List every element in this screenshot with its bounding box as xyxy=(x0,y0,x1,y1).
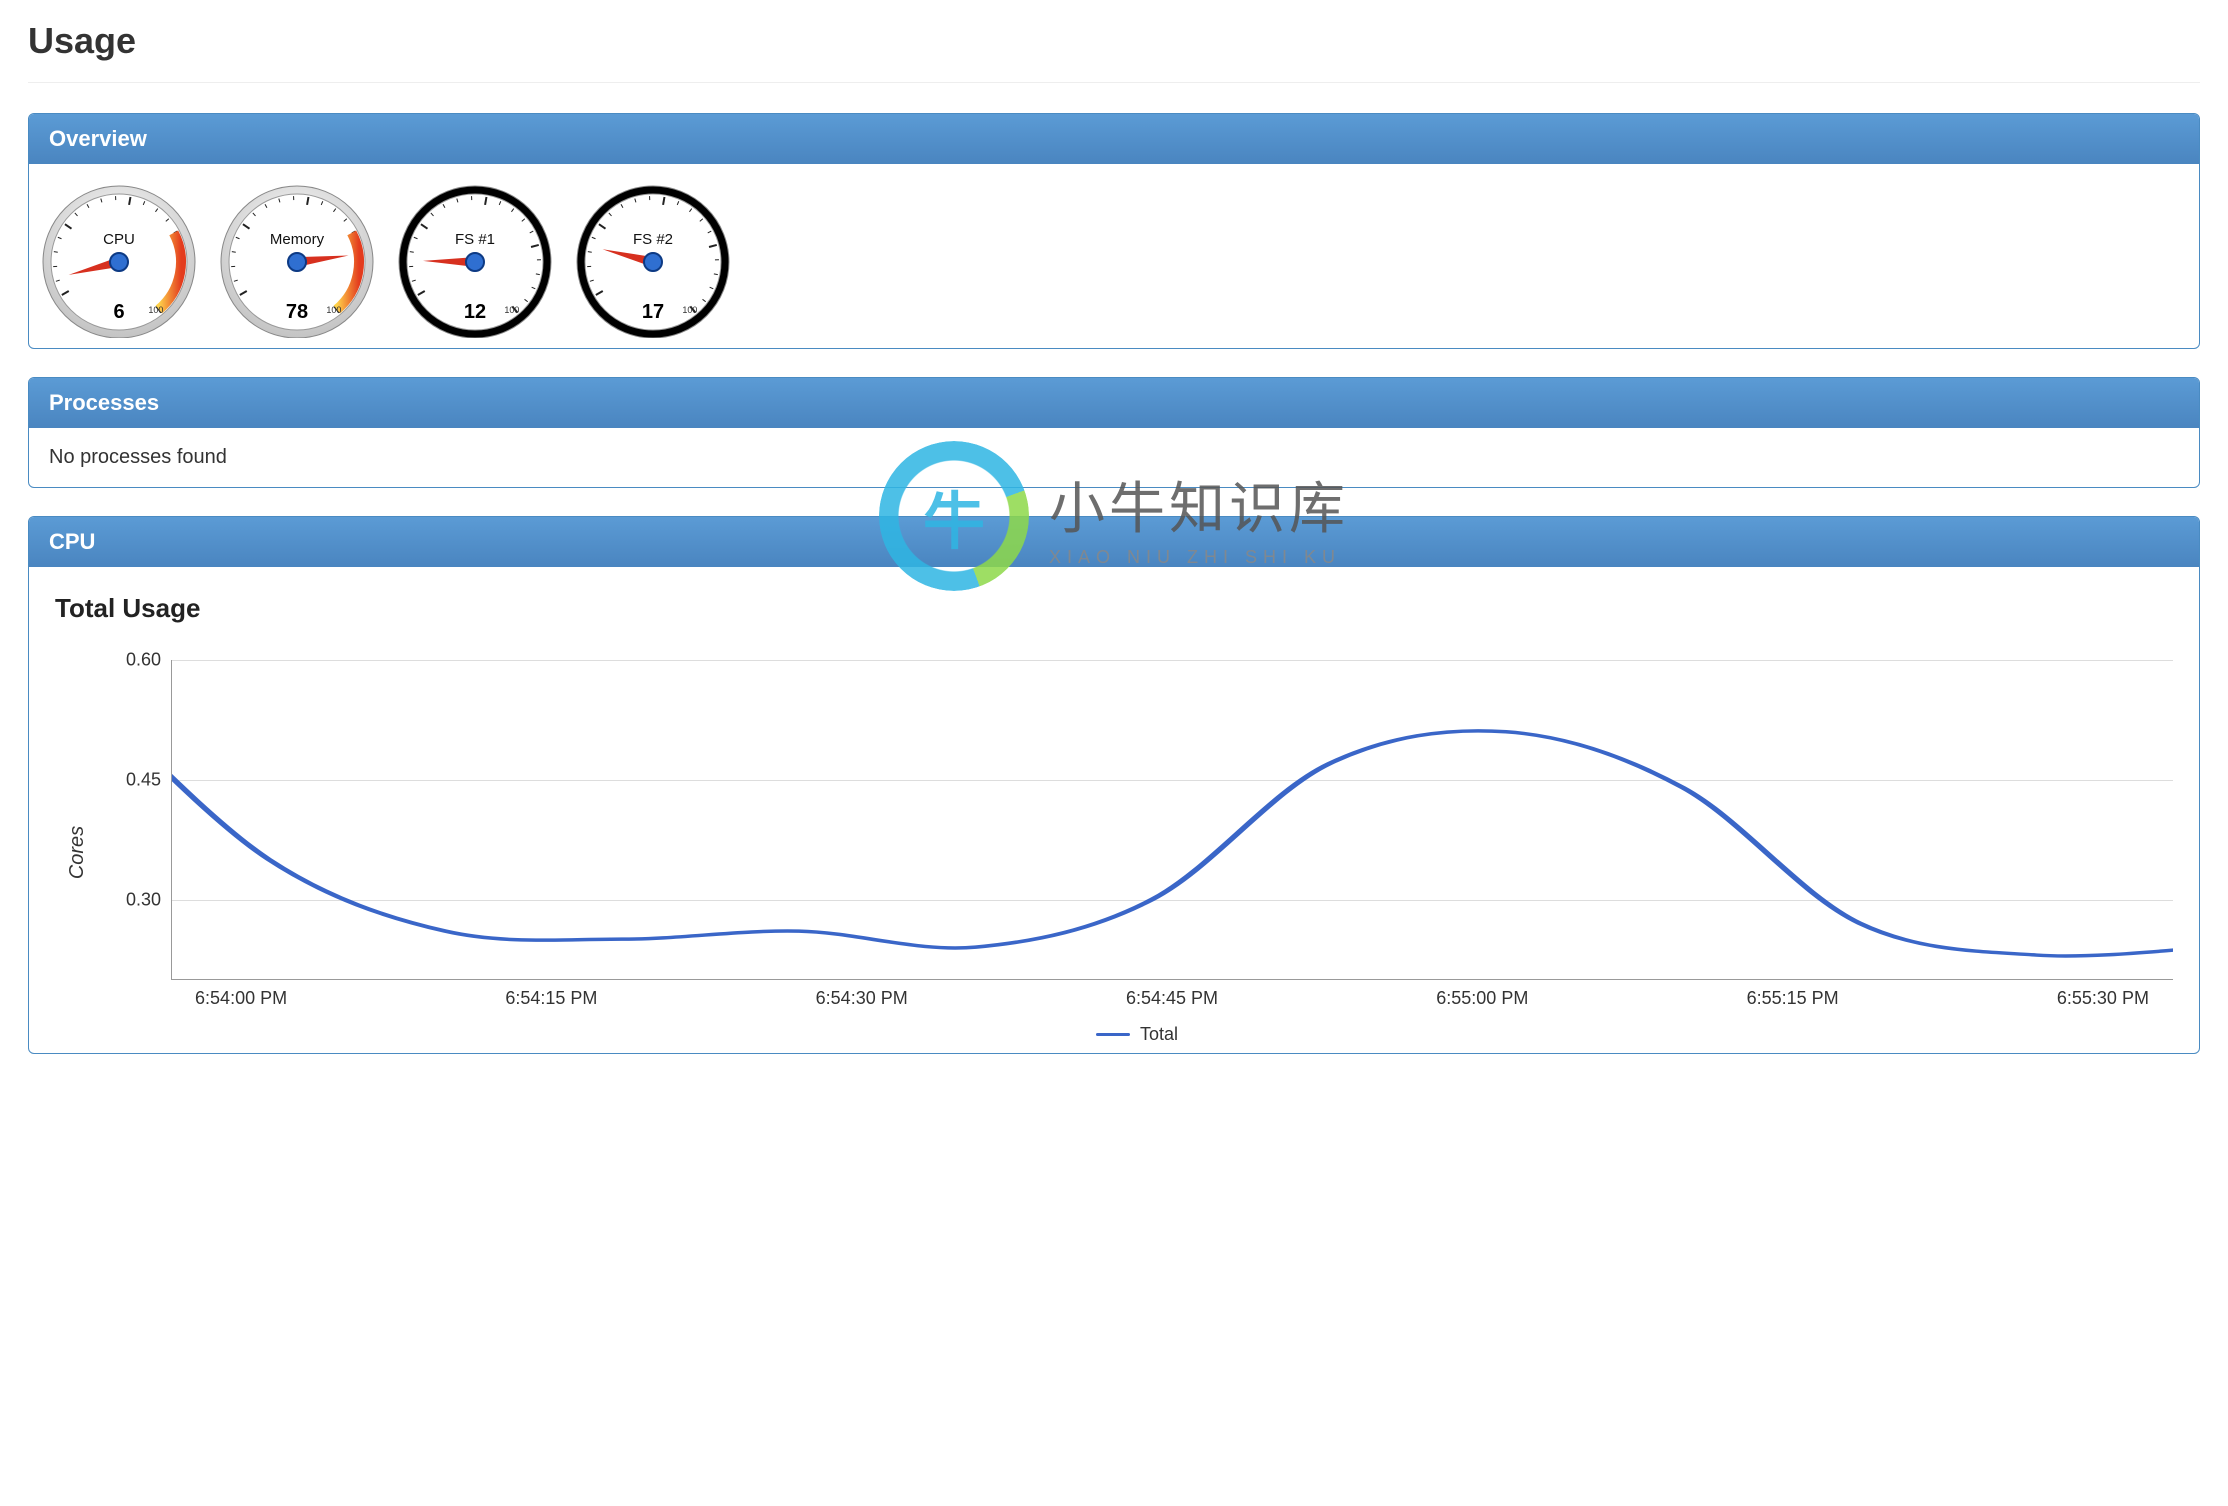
x-tick-label: 6:54:15 PM xyxy=(505,988,597,1009)
processes-empty-message: No processes found xyxy=(29,428,2199,487)
x-tick-label: 6:55:00 PM xyxy=(1436,988,1528,1009)
plot-column: 0.300.450.60 6:54:00 PM6:54:15 PM6:54:30… xyxy=(101,660,2173,1045)
x-tick-label: 6:54:45 PM xyxy=(1126,988,1218,1009)
y-tick-label: 0.30 xyxy=(126,890,161,911)
svg-text:FS #1: FS #1 xyxy=(455,231,495,248)
page-title: Usage xyxy=(28,20,2200,83)
processes-panel: Processes No processes found xyxy=(28,377,2200,488)
svg-text:78: 78 xyxy=(286,301,308,323)
x-ticks: 6:54:00 PM 6:54:15 PM 6:54:30 PM 6:54:45 PM… xyxy=(171,988,2173,1018)
y-ticks: 0.300.450.60 xyxy=(101,660,171,980)
svg-text:100: 100 xyxy=(148,305,163,315)
svg-text:17: 17 xyxy=(642,301,664,323)
plot-row: 0.300.450.60 xyxy=(101,660,2173,980)
gauge-fs-1[interactable]: FS #1 100 12 xyxy=(395,178,555,338)
cpu-chart-area: Total Usage Cores 0.300.450.60 6:54:00 xyxy=(29,567,2199,1053)
overview-header: Overview xyxy=(29,114,2199,164)
gauge-memory[interactable]: Memory 100 78 xyxy=(217,178,377,338)
x-tick-label: 6:54:30 PM xyxy=(816,988,908,1009)
svg-text:CPU: CPU xyxy=(103,231,135,248)
svg-text:6: 6 xyxy=(113,301,124,323)
x-tick-label: 6:55:15 PM xyxy=(1747,988,1839,1009)
line-chart[interactable] xyxy=(171,660,2173,980)
x-tick-label: 6:55:30 PM xyxy=(2057,988,2149,1009)
svg-text:100: 100 xyxy=(682,305,697,315)
svg-text:100: 100 xyxy=(504,305,519,315)
line-series-total xyxy=(172,700,2173,956)
y-tick-label: 0.60 xyxy=(126,650,161,671)
cpu-header: CPU xyxy=(29,517,2199,567)
y-tick-label: 0.45 xyxy=(126,770,161,791)
overview-panel: Overview CPU 100 6 xyxy=(28,113,2200,349)
line-svg xyxy=(172,660,2173,979)
chart-wrap: Cores 0.300.450.60 6:54:00 PM6:54:15 PM6… xyxy=(55,660,2173,1045)
cpu-panel: CPU Total Usage Cores 0.30 0.45 0.60 xyxy=(28,516,2200,1054)
gauge-cpu[interactable]: CPU 100 6 xyxy=(39,178,199,338)
legend-label-total: Total xyxy=(1140,1024,1178,1045)
gauge-fs-2[interactable]: FS #2 100 17 xyxy=(573,178,733,338)
y-axis-label-box: Cores xyxy=(55,660,101,1045)
chart-legend: Total xyxy=(101,1024,2173,1045)
page-root: Usage Overview CPU 100 6 xyxy=(28,20,2200,1054)
svg-text:12: 12 xyxy=(464,301,486,323)
svg-text:100: 100 xyxy=(326,305,341,315)
svg-text:Memory: Memory xyxy=(270,231,325,248)
cpu-subtitle: Total Usage xyxy=(55,593,2173,624)
x-tick-label: 6:54:00 PM xyxy=(195,988,287,1009)
processes-header: Processes xyxy=(29,378,2199,428)
gauges-row: CPU 100 6 Memory 100 78 xyxy=(29,164,2199,348)
legend-swatch-total xyxy=(1096,1033,1130,1036)
y-axis-label: Cores xyxy=(67,826,90,879)
svg-text:FS #2: FS #2 xyxy=(633,231,673,248)
